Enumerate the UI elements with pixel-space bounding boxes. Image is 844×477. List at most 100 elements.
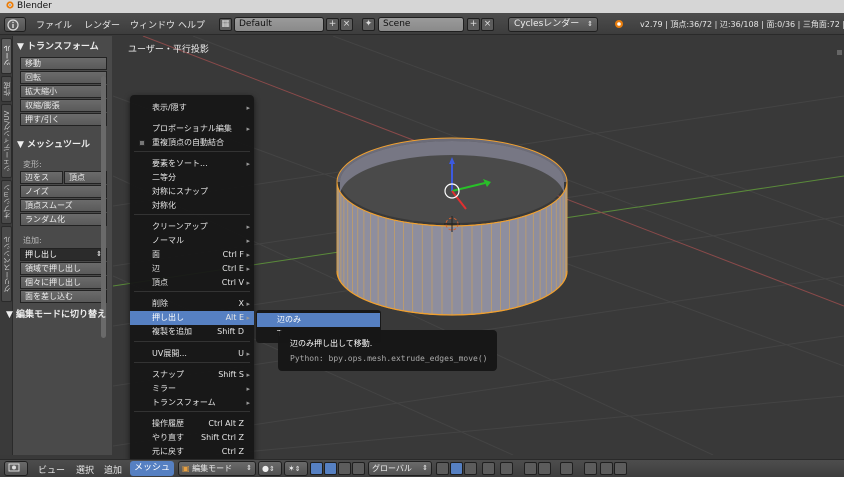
menu-item[interactable]: スナップ Shift S ▸ [130,368,254,382]
3d-view-header: ビュー 選択 追加 メッシュ ▣ 編集モード ⇕ ●⇕ ✶⇕ グローバル ⇕ [0,459,844,477]
screen-layout-field[interactable]: Default [234,17,324,32]
menu-item[interactable]: 押し出し Alt E ▸ [130,311,254,325]
editor-type-button[interactable] [4,17,26,32]
menu-item[interactable]: 操作履歴 Ctrl Alt Z [130,417,254,431]
scale-button[interactable]: 拡大縮小 [20,85,107,98]
submenu-arrow-icon: ▸ [246,314,250,322]
snapshot-icon[interactable] [614,462,627,475]
translate-manipulator-icon[interactable] [324,462,337,475]
manipulator-toggle-icon[interactable] [310,462,323,475]
layer-icon[interactable] [560,462,573,475]
menu-item[interactable]: 頂点 Ctrl V ▸ [130,276,254,290]
render-engine-dropdown[interactable]: Cyclesレンダー ⇕ [508,17,598,32]
remove-layout-button[interactable]: × [340,18,353,31]
menu-item[interactable]: 対称にスナップ [130,185,254,199]
inset-faces-button[interactable]: 面を差し込む [20,290,107,303]
menu-render[interactable]: レンダー [84,18,120,31]
menu-item[interactable]: 表示/隠す ▸ [130,101,254,115]
menu-item[interactable]: ノーマル ▸ [130,234,254,248]
edit-mode-toggle-panel[interactable]: ▼ 編集モードに切り替え [6,307,106,320]
menu-item[interactable]: 削除 X ▸ [130,297,254,311]
menu-item-label: 元に戻す [152,447,184,456]
randomize-button[interactable]: ランダム化 [20,213,107,226]
scale-manipulator-icon[interactable] [352,462,365,475]
menu-item[interactable]: ミラー ▸ [130,382,254,396]
translate-button[interactable]: 移動 [20,57,107,70]
orientation-dropdown[interactable]: グローバル ⇕ [368,461,432,476]
remove-scene-button[interactable]: × [481,18,494,31]
push-pull-button[interactable]: 押す/引く [20,113,107,126]
tab-options[interactable]: オプション [1,180,12,224]
tab-create[interactable]: 作成 [1,76,12,102]
menu-item[interactable]: やり直す Shift Ctrl Z [130,431,254,445]
shading-dropdown[interactable]: ●⇕ [258,461,282,476]
menu-item[interactable]: UV展開... U ▸ [130,347,254,361]
menu-item-shortcut: Ctrl V [221,278,244,287]
menu-window[interactable]: ウィンドウ [130,18,175,31]
menu-item[interactable]: 面 Ctrl F ▸ [130,248,254,262]
menu-item[interactable]: 要素をソート... ▸ [130,157,254,171]
menu-item[interactable]: 元に戻す Ctrl Z [130,445,254,459]
menu-item[interactable]: 複製を追加 Shift D [130,325,254,339]
opengl-render-icon[interactable] [584,462,597,475]
screen-layout-icon[interactable]: ▦ [219,18,232,31]
occlude-geometry-icon[interactable] [482,462,495,475]
menu-select[interactable]: 選択 [76,463,94,476]
toolshelf-scrollbar[interactable] [101,76,106,338]
menu-help[interactable]: ヘルプ [178,18,205,31]
tooltip-title: 辺のみ押し出して移動. [290,339,373,348]
rotate-manipulator-icon[interactable] [338,462,351,475]
extrude-region-button[interactable]: 領域で押し出し [20,262,107,275]
info-header: ファイル レンダー ウィンドウ ヘルプ ▦ Default + × ✦ Scen… [0,13,844,35]
menu-item[interactable]: 対称化 [130,199,254,213]
menu-item-shortcut: Ctrl F [222,250,244,259]
menu-view[interactable]: ビュー [38,463,65,476]
tab-tools[interactable]: ツール [1,38,12,74]
tab-grease-pencil[interactable]: グリースペンシル [1,226,12,302]
smooth-vertex-button[interactable]: 頂点スムーズ [20,199,107,212]
menu-item[interactable]: 重複頂点の自動結合 [130,136,254,150]
checkbox-icon[interactable] [139,140,145,146]
shrink-fatten-button[interactable]: 収縮/膨張 [20,99,107,112]
menu-item[interactable]: 辺 Ctrl E ▸ [130,262,254,276]
viewport-corner-widget[interactable] [837,50,842,55]
mesh-tools-panel-header[interactable]: ▼ メッシュツール [17,137,90,150]
pivot-dropdown[interactable]: ✶⇕ [284,461,308,476]
menu-item-label: プロポーショナル編集 [152,124,232,133]
menu-item[interactable]: クリーンアップ ▸ [130,220,254,234]
mesh-menu: 表示/隠す ▸ プロポーショナル編集 ▸ 重複頂点の自動結合 要素をソート... ▸ 二等分対… [130,95,254,463]
menu-item-label: 面 [152,250,160,259]
editor-type-button[interactable] [4,461,28,476]
menu-item-label: 頂点 [152,278,168,287]
scene-field[interactable]: Scene [378,17,464,32]
menu-item-shortcut: Shift D [217,327,244,336]
menu-item[interactable]: トランスフォーム ▸ [130,396,254,410]
viewport-view-label: ユーザー・平行投影 [128,45,209,55]
noise-button[interactable]: ノイズ [20,185,107,198]
rotate-button[interactable]: 回転 [20,71,107,84]
tab-shading-uv[interactable]: シェーディング/UV [1,104,12,178]
menu-mesh[interactable]: メッシュ [130,461,175,476]
menu-item-label: 表示/隠す [152,103,187,112]
snap-toggle-icon[interactable] [524,462,537,475]
proportional-edit-icon[interactable] [500,462,513,475]
scene-icon[interactable]: ✦ [362,18,375,31]
edge-select-mode-icon[interactable] [450,462,463,475]
edge-slide-button[interactable]: 辺をス [20,171,63,184]
menu-item[interactable]: プロポーショナル編集 ▸ [130,122,254,136]
face-select-mode-icon[interactable] [464,462,477,475]
mode-dropdown[interactable]: ▣ 編集モード ⇕ [178,461,256,476]
vertex-select-mode-icon[interactable] [436,462,449,475]
extrude-individual-button[interactable]: 個々に押し出し [20,276,107,289]
add-layout-button[interactable]: + [326,18,339,31]
transform-panel-header[interactable]: ▼ トランスフォーム [17,39,99,52]
extrude-dropdown[interactable]: 押し出し ⇕ [20,248,107,261]
menu-separator [134,362,250,363]
submenu-item-edges-only[interactable]: 辺のみ [257,313,380,327]
menu-file[interactable]: ファイル [36,18,72,31]
opengl-animation-icon[interactable] [600,462,613,475]
add-scene-button[interactable]: + [467,18,480,31]
snap-element-icon[interactable] [538,462,551,475]
menu-item[interactable]: 二等分 [130,171,254,185]
menu-add[interactable]: 追加 [104,463,122,476]
